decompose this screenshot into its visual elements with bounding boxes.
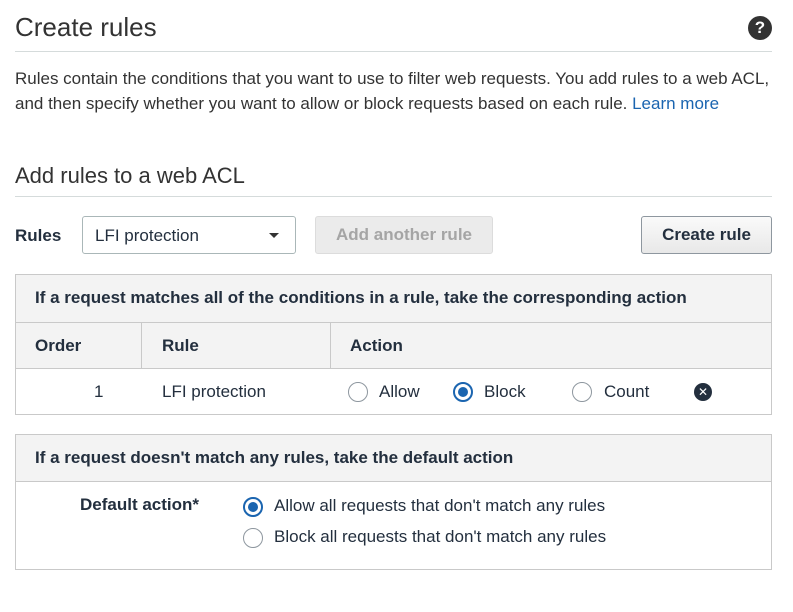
rule-select-value: LFI protection bbox=[95, 226, 199, 245]
caret-down-icon bbox=[269, 233, 279, 238]
action-block-label[interactable]: Block bbox=[484, 382, 526, 402]
action-block-radio[interactable] bbox=[453, 382, 473, 402]
rule-order: 1 bbox=[94, 382, 104, 401]
default-action-panel-header: If a request doesn't match any rules, ta… bbox=[16, 435, 771, 482]
create-rule-button[interactable]: Create rule bbox=[641, 216, 772, 254]
column-divider bbox=[141, 323, 142, 369]
table-row: 1 LFI protection Allow Block Count ✕ bbox=[16, 369, 771, 415]
rules-table-header: Order Rule Action bbox=[16, 323, 771, 369]
column-header-rule[interactable]: Rule bbox=[162, 323, 199, 369]
action-count-label[interactable]: Count bbox=[604, 382, 649, 402]
rule-name: LFI protection bbox=[162, 382, 266, 401]
add-another-rule-button[interactable]: Add another rule bbox=[315, 216, 493, 254]
rules-label: Rules bbox=[15, 226, 62, 245]
learn-more-link[interactable]: Learn more bbox=[632, 94, 719, 113]
rule-select[interactable]: LFI protection bbox=[82, 216, 296, 254]
question-circle-icon[interactable]: ? bbox=[748, 16, 772, 40]
section-divider bbox=[15, 196, 772, 197]
default-action-panel: If a request doesn't match any rules, ta… bbox=[15, 434, 772, 570]
default-allow-radio[interactable] bbox=[243, 497, 263, 517]
default-block-label[interactable]: Block all requests that don't match any … bbox=[274, 527, 606, 547]
default-allow-label[interactable]: Allow all requests that don't match any … bbox=[274, 496, 605, 516]
action-allow-label[interactable]: Allow bbox=[379, 382, 420, 402]
page-title: Create rules bbox=[15, 12, 157, 42]
default-action-label: Default action* bbox=[80, 495, 200, 514]
rules-panel-header: If a request matches all of the conditio… bbox=[16, 275, 771, 323]
section-title: Add rules to a web ACL bbox=[15, 163, 245, 188]
column-header-action[interactable]: Action bbox=[350, 323, 403, 369]
rules-panel: If a request matches all of the conditio… bbox=[15, 274, 772, 415]
action-count-radio[interactable] bbox=[572, 382, 592, 402]
page-header: Create rules ? bbox=[15, 10, 772, 52]
action-allow-radio[interactable] bbox=[348, 382, 368, 402]
remove-rule-icon[interactable]: ✕ bbox=[694, 383, 712, 401]
column-divider bbox=[330, 323, 331, 369]
intro-description: Rules contain the conditions that you wa… bbox=[15, 66, 775, 116]
column-header-order[interactable]: Order bbox=[35, 323, 81, 369]
default-block-radio[interactable] bbox=[243, 528, 263, 548]
